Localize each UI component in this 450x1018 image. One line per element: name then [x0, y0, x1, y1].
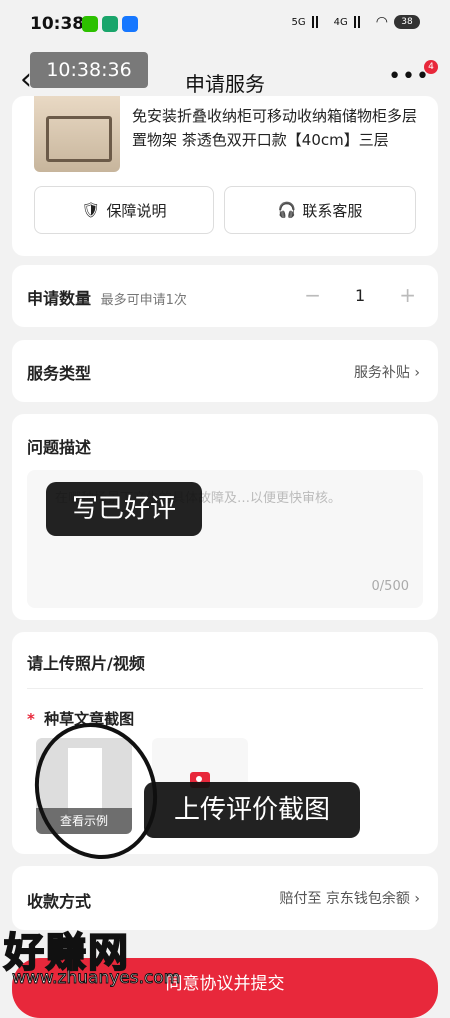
app-icon [102, 16, 118, 32]
service-type-card[interactable]: 服务类型 服务补贴 › [12, 340, 438, 402]
product-title: 免安装折叠收纳柜可移动收纳箱储物柜多层置物架 茶透色双开口款【40cm】三层 [132, 107, 418, 149]
notification-badge: 4 [424, 60, 438, 74]
status-time: 10:38 [30, 14, 85, 34]
quantity-label-row: 申请数量 最多可申请1次 [27, 285, 187, 309]
signal-icon [311, 16, 328, 28]
divider [27, 688, 423, 689]
caption-write-review: 写已好评 [46, 482, 202, 536]
product-image [34, 96, 120, 172]
description-label: 问题描述 [27, 438, 92, 457]
contact-service-label: 联系客服 [302, 201, 363, 220]
status-bar: 10:38 5G 4G ◠ 38 [0, 0, 450, 48]
time-overlay: 10:38:36 [30, 52, 148, 88]
status-indicators: 5G 4G ◠ 38 [292, 14, 420, 30]
chevron-right-icon: › [414, 891, 420, 907]
service-type-label: 服务类型 [27, 364, 92, 383]
quantity-note: 最多可申请1次 [100, 293, 187, 308]
battery-icon: 38 [394, 15, 420, 29]
quantity-value: 1 [355, 285, 366, 305]
quantity-stepper: − 1 + [304, 283, 416, 307]
shield-icon: 🛡 [81, 201, 101, 219]
caption-upload-review: 上传评价截图 [144, 782, 360, 838]
contact-service-button[interactable]: 🎧 联系客服 [224, 186, 416, 234]
character-counter: 0/500 [371, 579, 409, 594]
upload-title: 请上传照片/视频 [27, 654, 145, 673]
quantity-label: 申请数量 [27, 289, 92, 308]
payment-label: 收款方式 [27, 892, 92, 911]
signal-4g-label: 4G [333, 16, 348, 28]
payment-value: 赔付至 京东钱包余额 [279, 891, 410, 907]
signal-icon [353, 16, 370, 28]
minus-button[interactable]: − [304, 283, 321, 307]
alipay-icon [122, 16, 138, 32]
wifi-icon: ◠ [375, 14, 388, 30]
wechat-icon [82, 16, 98, 32]
service-type-value-row: 服务补贴 › [354, 362, 420, 382]
required-star: * [27, 710, 35, 728]
chevron-right-icon: › [414, 365, 420, 381]
service-type-value: 服务补贴 [353, 365, 410, 381]
payment-value-row: 赔付至 京东钱包余额 › [279, 888, 420, 908]
guarantee-button[interactable]: 🛡 保障说明 [34, 186, 214, 234]
quantity-card: 申请数量 最多可申请1次 − 1 + [12, 265, 438, 327]
product-card: 免安装折叠收纳柜可移动收纳箱储物柜多层置物架 茶透色双开口款【40cm】三层 🛡… [12, 96, 438, 256]
guarantee-label: 保障说明 [106, 201, 167, 220]
plus-button[interactable]: + [399, 283, 416, 307]
watermark-url: www.zhuanyes.com [11, 968, 181, 989]
signal-5g-label: 5G [291, 16, 306, 28]
headset-icon: 🎧 [277, 201, 297, 219]
